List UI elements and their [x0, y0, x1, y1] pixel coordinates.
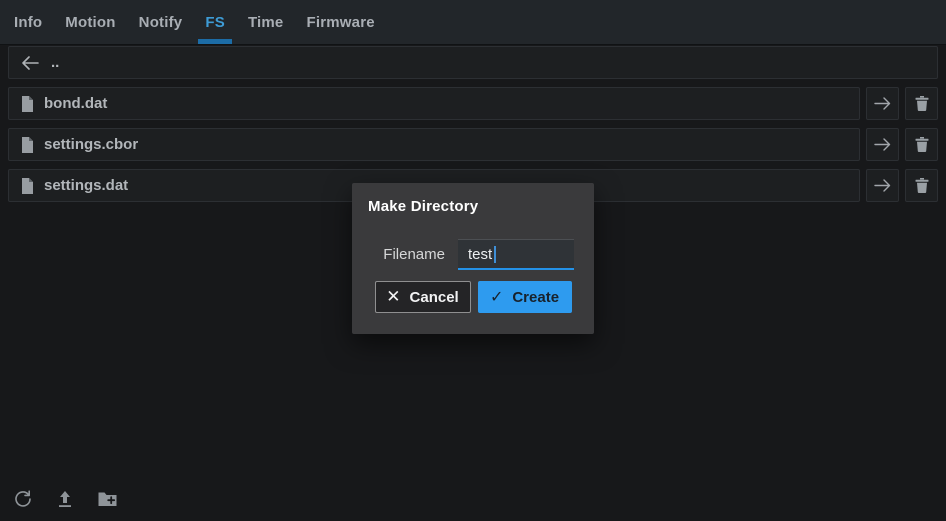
file-icon	[21, 96, 34, 112]
file-name: bond.dat	[44, 95, 107, 112]
tab-notify[interactable]: Notify	[139, 0, 183, 44]
cancel-button[interactable]: ✕ Cancel	[375, 281, 471, 313]
tab-firmware[interactable]: Firmware	[306, 0, 374, 44]
tab-fs[interactable]: FS	[205, 0, 225, 44]
tab-info[interactable]: Info	[14, 0, 42, 44]
new-folder-icon	[98, 491, 117, 507]
trash-icon	[915, 178, 929, 193]
tab-time[interactable]: Time	[248, 0, 284, 44]
arrow-right-icon	[874, 138, 891, 151]
file-row: bond.dat	[8, 87, 938, 120]
arrow-left-icon	[21, 56, 39, 70]
make-directory-dialog: Make Directory Filename test ✕ Cancel ✓ …	[352, 183, 594, 334]
delete-file-button[interactable]	[905, 87, 938, 120]
arrow-right-icon	[874, 97, 891, 110]
file-button-settings-cbor[interactable]: settings.cbor	[8, 128, 860, 161]
new-folder-button[interactable]	[97, 489, 117, 509]
file-icon	[21, 178, 34, 194]
parent-directory-row[interactable]: ..	[8, 46, 938, 79]
cancel-button-label: Cancel	[410, 289, 459, 306]
text-cursor	[494, 246, 496, 263]
refresh-button[interactable]	[13, 489, 33, 509]
trash-icon	[915, 137, 929, 152]
checkmark-icon: ✓	[490, 287, 503, 307]
file-browser: .. bond.dat	[0, 45, 946, 202]
delete-file-button[interactable]	[905, 128, 938, 161]
open-file-button[interactable]	[866, 128, 899, 161]
create-button-label: Create	[512, 289, 559, 306]
tab-motion[interactable]: Motion	[65, 0, 115, 44]
parent-directory-label: ..	[51, 54, 59, 71]
upload-button[interactable]	[55, 489, 75, 509]
create-button[interactable]: ✓ Create	[478, 281, 572, 313]
open-file-button[interactable]	[866, 87, 899, 120]
file-button-bond-dat[interactable]: bond.dat	[8, 87, 860, 120]
filename-input-value: test	[468, 246, 492, 263]
open-file-button[interactable]	[866, 169, 899, 202]
file-row: settings.cbor	[8, 128, 938, 161]
trash-icon	[915, 96, 929, 111]
filename-input[interactable]: test	[458, 239, 574, 270]
upload-icon	[57, 490, 73, 508]
dialog-buttons: ✕ Cancel ✓ Create	[352, 281, 594, 334]
file-name: settings.dat	[44, 177, 128, 194]
refresh-icon	[14, 490, 32, 508]
filename-field-row: Filename test	[352, 239, 594, 270]
dialog-title: Make Directory	[352, 183, 594, 215]
filename-label: Filename	[383, 246, 445, 263]
tab-bar: Info Motion Notify FS Time Firmware	[0, 0, 946, 45]
delete-file-button[interactable]	[905, 169, 938, 202]
arrow-right-icon	[874, 179, 891, 192]
file-icon	[21, 137, 34, 153]
file-name: settings.cbor	[44, 136, 138, 153]
fs-toolbar	[13, 489, 117, 509]
close-icon: ✕	[386, 287, 400, 307]
